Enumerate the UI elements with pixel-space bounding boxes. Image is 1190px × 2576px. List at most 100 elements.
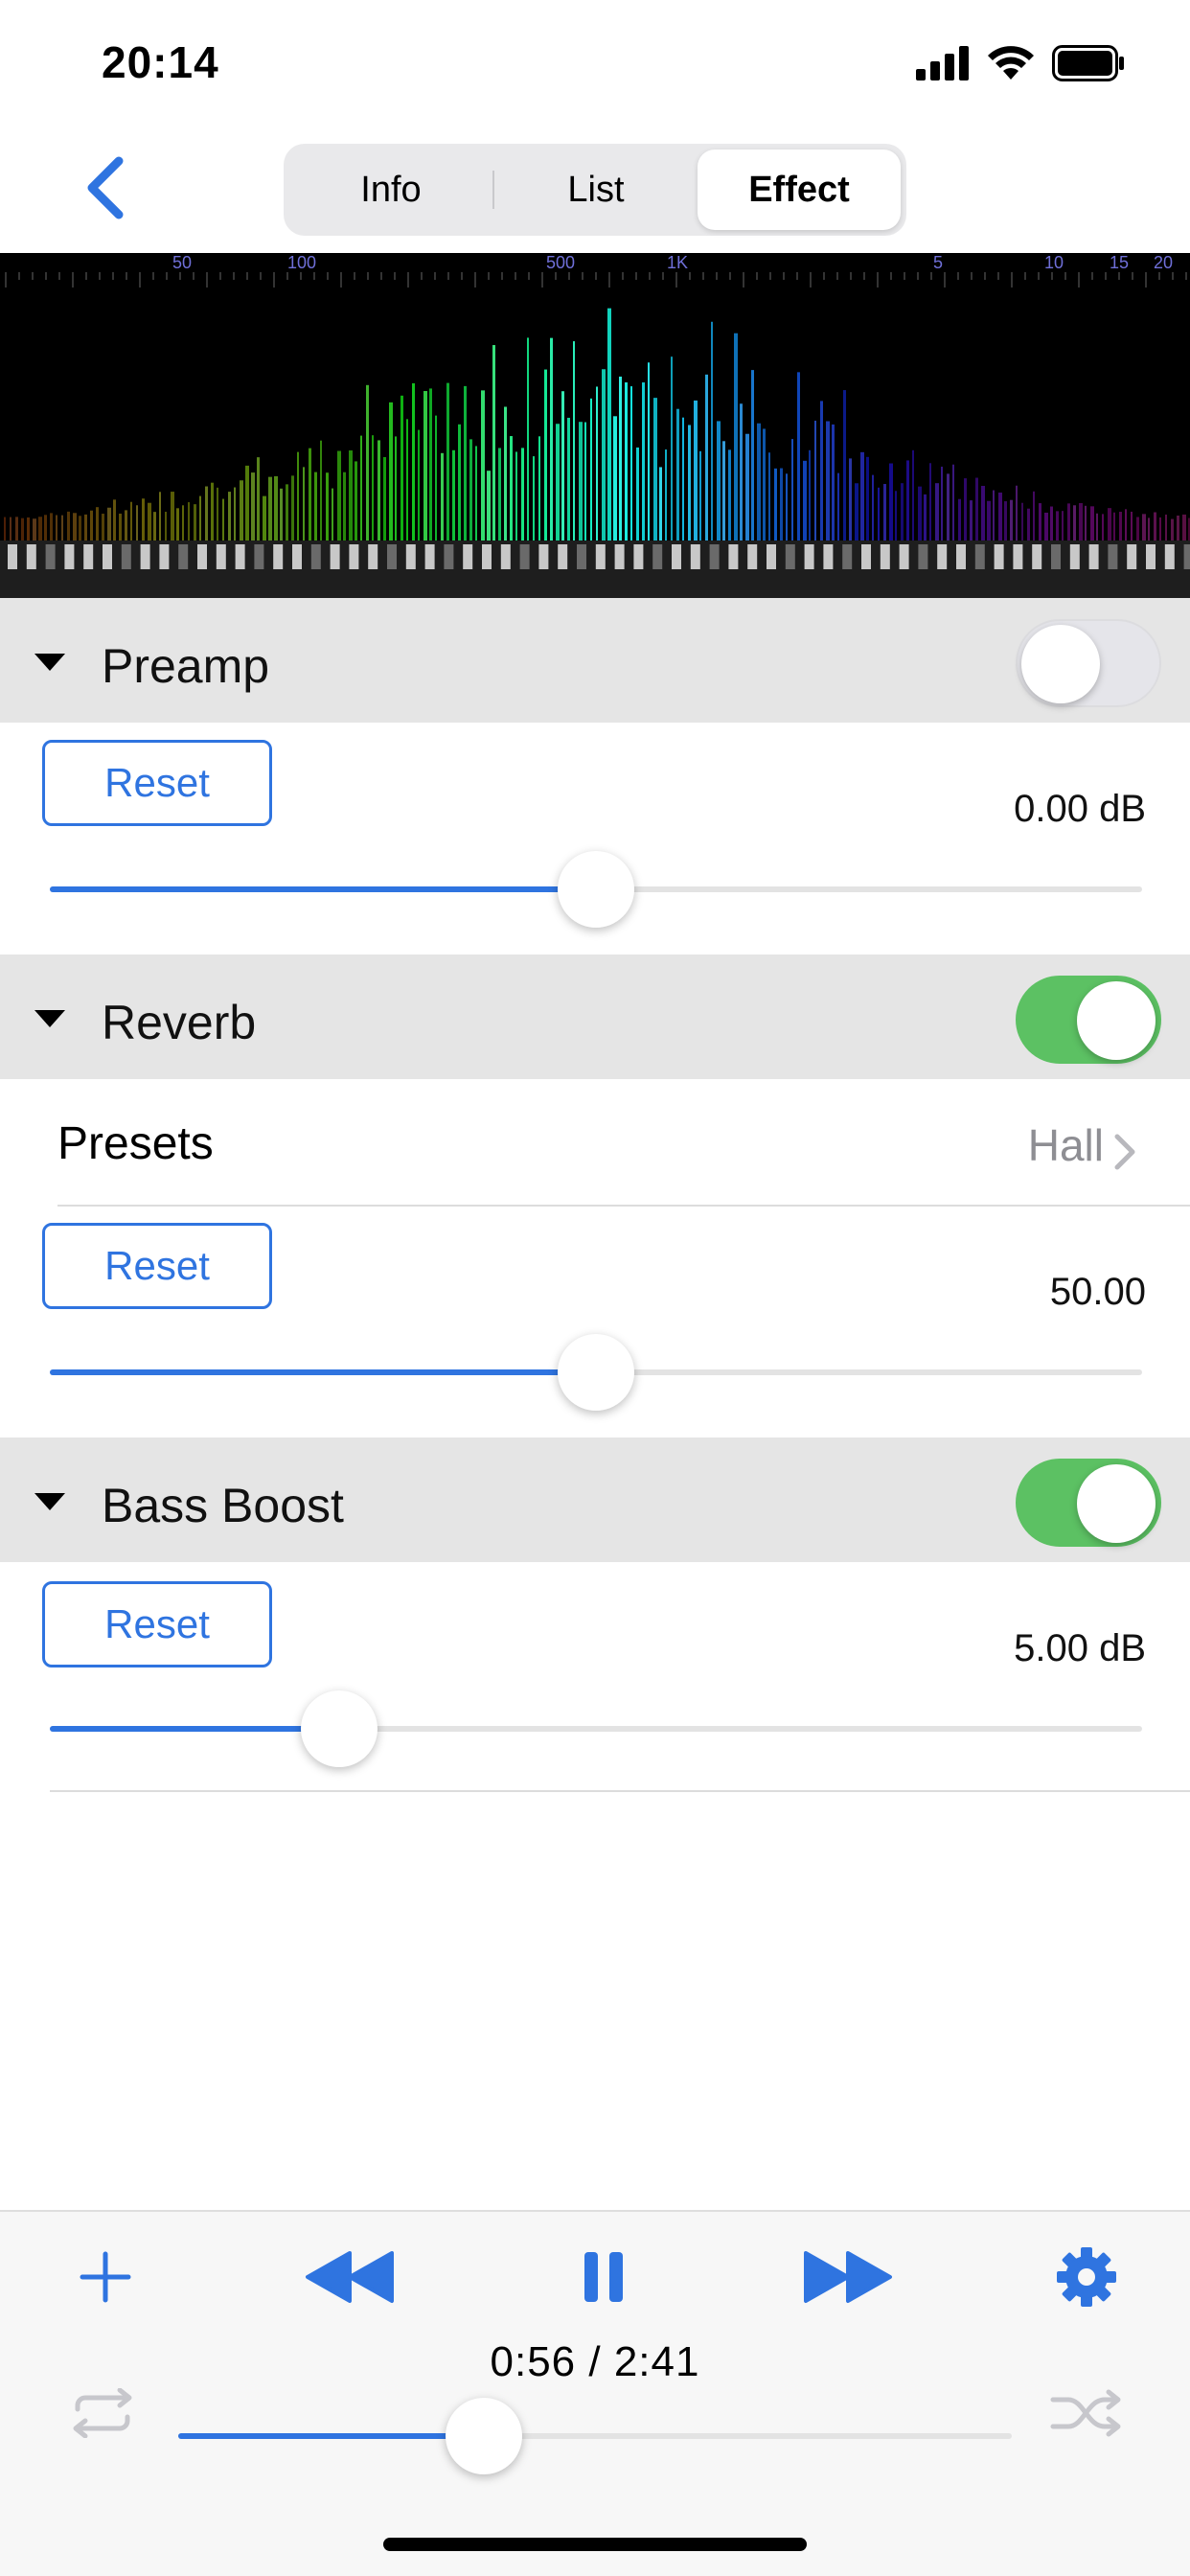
- spectrum-bar: [119, 513, 122, 540]
- spectrum-bar: [1090, 506, 1094, 540]
- spectrum-bar: [780, 468, 783, 540]
- preamp-slider[interactable]: [50, 851, 1142, 928]
- spectrum-bar: [90, 510, 93, 540]
- fast-forward-button[interactable]: [795, 2239, 901, 2315]
- reverb-slider[interactable]: [50, 1334, 1142, 1411]
- add-button[interactable]: [67, 2239, 144, 2315]
- spectrum-bar: [556, 424, 560, 540]
- reverb-title: Reverb: [102, 996, 257, 1049]
- reverb-toggle[interactable]: [1016, 976, 1161, 1064]
- slider-thumb[interactable]: [558, 851, 634, 928]
- spectrum-bar: [717, 421, 721, 540]
- pause-button[interactable]: [565, 2239, 642, 2315]
- piano-key: [804, 544, 814, 569]
- spectrum-bar: [533, 456, 535, 540]
- spectrum-bar: [912, 449, 914, 540]
- spectrum-bar: [171, 492, 174, 540]
- spectrum-bar: [326, 472, 329, 540]
- piano-key: [1108, 544, 1118, 569]
- repeat-button[interactable]: [59, 2384, 146, 2442]
- spectrum-bar: [1171, 518, 1174, 540]
- spectrum-bar: [1165, 514, 1167, 540]
- bass-boost-slider[interactable]: [50, 1690, 1142, 1767]
- spectrum-bar: [125, 510, 127, 540]
- piano-key: [767, 544, 776, 569]
- freq-label-1k: 1K: [667, 253, 688, 272]
- spectrum-bar: [636, 447, 639, 540]
- spectrum-bar: [297, 451, 299, 540]
- back-button[interactable]: [77, 153, 134, 222]
- reverb-section-header[interactable]: Reverb: [0, 954, 1190, 1079]
- spectrum-bar: [826, 421, 830, 540]
- settings-button[interactable]: [1048, 2239, 1125, 2315]
- spectrum-bar: [314, 472, 317, 540]
- spectrum-bar: [165, 512, 167, 540]
- reverb-reset-button[interactable]: Reset: [42, 1223, 272, 1309]
- spectrum-bar: [883, 484, 886, 540]
- spectrum-bar: [245, 465, 249, 540]
- preamp-title: Preamp: [102, 639, 270, 693]
- spectrum-bar: [630, 386, 632, 540]
- piano-key: [614, 544, 625, 569]
- shuffle-button[interactable]: [1044, 2384, 1131, 2442]
- preamp-section-header[interactable]: Preamp: [0, 598, 1190, 723]
- spectrum-bar: [475, 446, 477, 540]
- piano-key: [633, 544, 644, 569]
- spectrum-bar: [1119, 512, 1122, 540]
- bass-boost-section-header[interactable]: Bass Boost: [0, 1438, 1190, 1562]
- freq-label-15k: 15: [1110, 253, 1129, 272]
- spectrum-bar: [993, 490, 995, 540]
- spectrum-bar: [130, 501, 132, 540]
- toggle-knob: [1077, 981, 1156, 1060]
- piano-key: [482, 544, 492, 569]
- spectrum-bar: [332, 488, 333, 540]
- reverb-presets-row[interactable]: Presets Hall: [0, 1081, 1190, 1206]
- spectrum-bar: [1131, 511, 1133, 540]
- chevron-right-icon: [1114, 1134, 1135, 1170]
- piano-key: [918, 544, 928, 569]
- preamp-reset-button[interactable]: Reset: [42, 740, 272, 826]
- freq-label-500: 500: [546, 253, 575, 272]
- spectrum-bar: [441, 452, 444, 540]
- bass-boost-title: Bass Boost: [102, 1479, 344, 1532]
- spectrum-bar: [257, 457, 260, 540]
- piano-key: [140, 544, 150, 569]
- piano-key: [519, 544, 530, 569]
- slider-thumb[interactable]: [558, 1334, 634, 1411]
- spectrum-bar: [837, 472, 839, 540]
- spectrum-bar: [487, 471, 491, 540]
- spectrum-bar: [768, 452, 770, 540]
- status-time: 20:14: [102, 37, 219, 87]
- divider: [57, 1205, 1190, 1207]
- rewind-button[interactable]: [297, 2239, 402, 2315]
- spectrum-bar: [1096, 513, 1098, 540]
- home-indicator: [383, 2538, 807, 2551]
- slider-fill: [50, 1369, 596, 1375]
- piano-key: [1164, 544, 1175, 569]
- piano-key: [310, 544, 321, 569]
- spectrum-bar: [734, 333, 738, 540]
- playback-progress-slider[interactable]: [178, 2398, 1012, 2474]
- spectrum-bar: [590, 398, 592, 540]
- spectrum-bar: [211, 482, 214, 540]
- slider-thumb[interactable]: [301, 1690, 378, 1767]
- spectrum-bar: [797, 372, 800, 540]
- piano-key: [577, 544, 586, 569]
- spectrum-bar: [579, 422, 583, 540]
- piano-key: [500, 544, 511, 569]
- bass-boost-reset-button[interactable]: Reset: [42, 1581, 272, 1668]
- repeat-icon: [73, 2388, 132, 2438]
- spectrum-bar: [642, 382, 645, 540]
- spectrum-bar: [970, 500, 973, 540]
- piano-key: [1051, 544, 1061, 569]
- tab-effect[interactable]: Effect: [698, 150, 901, 230]
- spectrum-bar: [998, 492, 1002, 540]
- divider: [50, 1790, 1190, 1792]
- spectrum-bar: [412, 382, 415, 540]
- spectrum-bar: [619, 376, 622, 540]
- tab-list[interactable]: List: [494, 150, 698, 230]
- preamp-toggle[interactable]: [1016, 619, 1161, 707]
- bass-boost-toggle[interactable]: [1016, 1459, 1161, 1547]
- slider-thumb[interactable]: [446, 2398, 523, 2474]
- tab-info[interactable]: Info: [289, 150, 492, 230]
